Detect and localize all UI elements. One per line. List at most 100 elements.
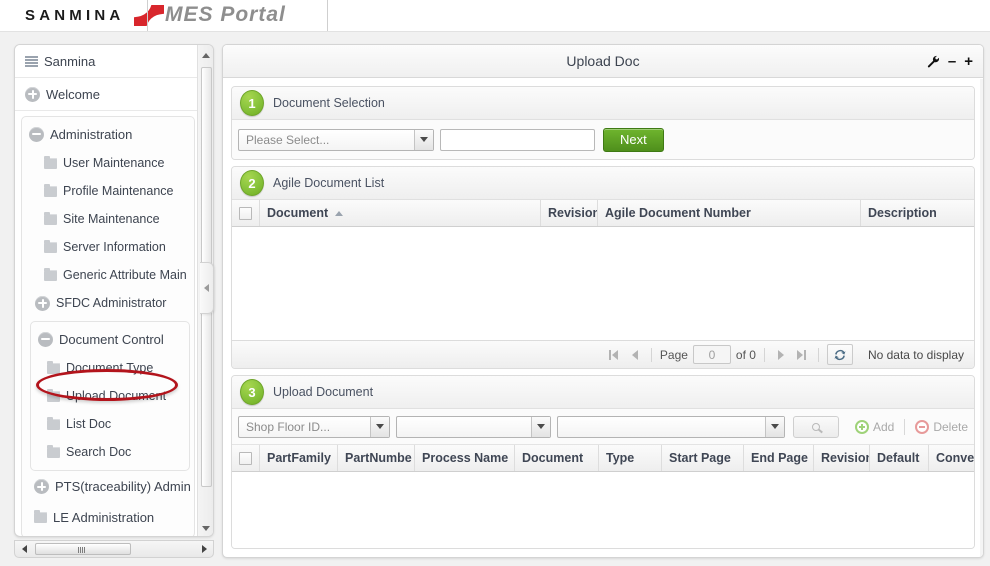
minus-circle-icon [38,331,53,347]
triangle-up-icon [202,52,210,58]
scroll-up-button[interactable] [198,47,213,63]
last-page-button[interactable] [794,347,810,363]
sidebar-item-user-maintenance[interactable]: User Maintenance [22,149,194,177]
sidebar-item-label: Upload Document [66,389,167,403]
scrollbar-thumb-horizontal[interactable] [35,543,131,555]
chevron-down-icon [370,416,389,437]
sidebar-group-label: Administration [50,126,133,142]
column-header-description[interactable]: Description [861,200,974,226]
column-header-revision[interactable]: Revision [541,200,598,226]
document-select[interactable] [557,415,785,438]
column-header-partfamily[interactable]: PartFamily [260,445,338,471]
process-select[interactable] [396,415,551,438]
plus-circle-icon [35,295,50,311]
add-circle-icon [854,419,869,434]
column-header-document[interactable]: Document [260,200,541,226]
triangle-left-icon [21,545,27,553]
sidebar-item-site-maintenance[interactable]: Site Maintenance [22,205,194,233]
agile-document-pager: Page 0 of 0 No data to display [232,340,974,368]
app-header: SANMINA MES Portal [0,0,990,32]
sidebar-horizontal-scrollbar[interactable] [14,540,214,558]
add-button[interactable]: Add [854,419,894,434]
step-badge-3: 3 [240,379,264,405]
folder-icon [47,360,60,374]
sidebar-group-header-document-control[interactable]: Document Control [31,324,189,354]
pager-page-input[interactable]: 0 [692,345,731,364]
column-header-partnumber[interactable]: PartNumbe [338,445,415,471]
sidebar-collapse-handle[interactable] [200,262,214,314]
sidebar-item-welcome[interactable]: Welcome [15,78,199,111]
column-header-type[interactable]: Type [599,445,662,471]
sidebar-item-upload-document[interactable]: Upload Document [31,382,189,410]
next-page-icon [777,349,784,360]
maximize-icon[interactable]: + [964,54,973,69]
search-button[interactable] [793,415,839,438]
sidebar-item-generic-attribute-maintenance[interactable]: Generic Attribute Main [22,261,194,289]
column-header-end-page[interactable]: End Page [744,445,814,471]
column-header-process-name[interactable]: Process Name [415,445,515,471]
step-badge-2: 2 [240,170,264,196]
folder-icon [44,183,57,197]
sidebar: Sanmina Welcome Administration User Main… [14,44,214,537]
sidebar-item-sfdc-administrator[interactable]: SFDC Administrator [22,289,194,317]
sidebar-item-document-type[interactable]: Document Type [31,354,189,382]
shop-floor-id-select[interactable]: Shop Floor ID... [238,415,390,438]
section1-title: Document Selection [273,96,385,110]
upload-document-grid-body [232,472,974,548]
scroll-left-button[interactable] [16,541,32,557]
section3-toolbar: Shop Floor ID... Add Delete [232,409,974,445]
header-divider-2 [327,0,328,32]
prev-page-button[interactable] [627,347,643,363]
sidebar-item-search-doc[interactable]: Search Doc [31,438,189,466]
header-divider-1 [147,0,148,32]
plus-circle-icon [34,479,49,494]
column-header-document[interactable]: Document [515,445,599,471]
list-icon [25,55,38,67]
section-upload-document: 3 Upload Document Shop Floor ID... Add D… [231,375,975,549]
document-search-input[interactable] [440,128,595,151]
folder-icon [47,444,60,458]
refresh-button[interactable] [826,344,853,365]
sidebar-item-label: PTS(traceability) Admin [55,479,191,494]
brand-name: SANMINA [25,7,125,24]
magnifier-icon [812,422,820,431]
column-header-convert[interactable]: Convert [929,445,974,471]
sidebar-item-label: SFDC Administrator [56,296,167,310]
sort-ascending-icon [335,210,344,216]
sidebar-item-le-administration[interactable]: LE Administration [22,502,194,533]
sidebar-group-header-administration[interactable]: Administration [22,119,194,149]
shop-floor-id-select-value: Shop Floor ID... [246,419,331,434]
agile-document-grid-header: Document Revision Agile Document Number … [232,200,974,227]
refresh-icon [834,349,846,360]
first-page-button[interactable] [606,347,622,363]
document-type-select[interactable]: Please Select... [238,128,434,151]
select-all-checkbox[interactable] [232,445,260,471]
panel-tool-buttons: – + [927,45,973,78]
chevron-down-icon [531,416,550,437]
sidebar-group-label: Document Control [59,331,164,347]
sidebar-item-list-doc[interactable]: List Doc [31,410,189,438]
plus-circle-icon [25,86,40,102]
delete-button-label: Delete [933,419,968,434]
column-header-revision[interactable]: Revision [814,445,870,471]
delete-button[interactable]: Delete [915,419,968,434]
main-panel: Upload Doc – + 1 Document Selection Plea… [222,44,984,558]
sidebar-item-profile-maintenance[interactable]: Profile Maintenance [22,177,194,205]
column-header-start-page[interactable]: Start Page [662,445,744,471]
sidebar-item-label: Server Information [63,240,166,254]
select-all-checkbox[interactable] [232,200,260,226]
sidebar-item-server-information[interactable]: Server Information [22,233,194,261]
column-header-agile-document-number[interactable]: Agile Document Number [598,200,861,226]
pager-divider [817,347,819,362]
scroll-down-button[interactable] [198,520,213,536]
wrench-icon[interactable] [927,55,940,68]
sidebar-item-sanmina[interactable]: Sanmina [15,45,199,78]
folder-icon [44,211,57,225]
sidebar-item-label: Document Type [66,361,154,375]
scroll-right-button[interactable] [196,541,212,557]
next-page-button[interactable] [773,347,789,363]
minimize-icon[interactable]: – [948,54,956,69]
sidebar-item-pts-traceability-admin[interactable]: PTS(traceability) Admin [22,471,194,502]
column-header-default[interactable]: Default [870,445,929,471]
next-button[interactable]: Next [603,127,664,152]
